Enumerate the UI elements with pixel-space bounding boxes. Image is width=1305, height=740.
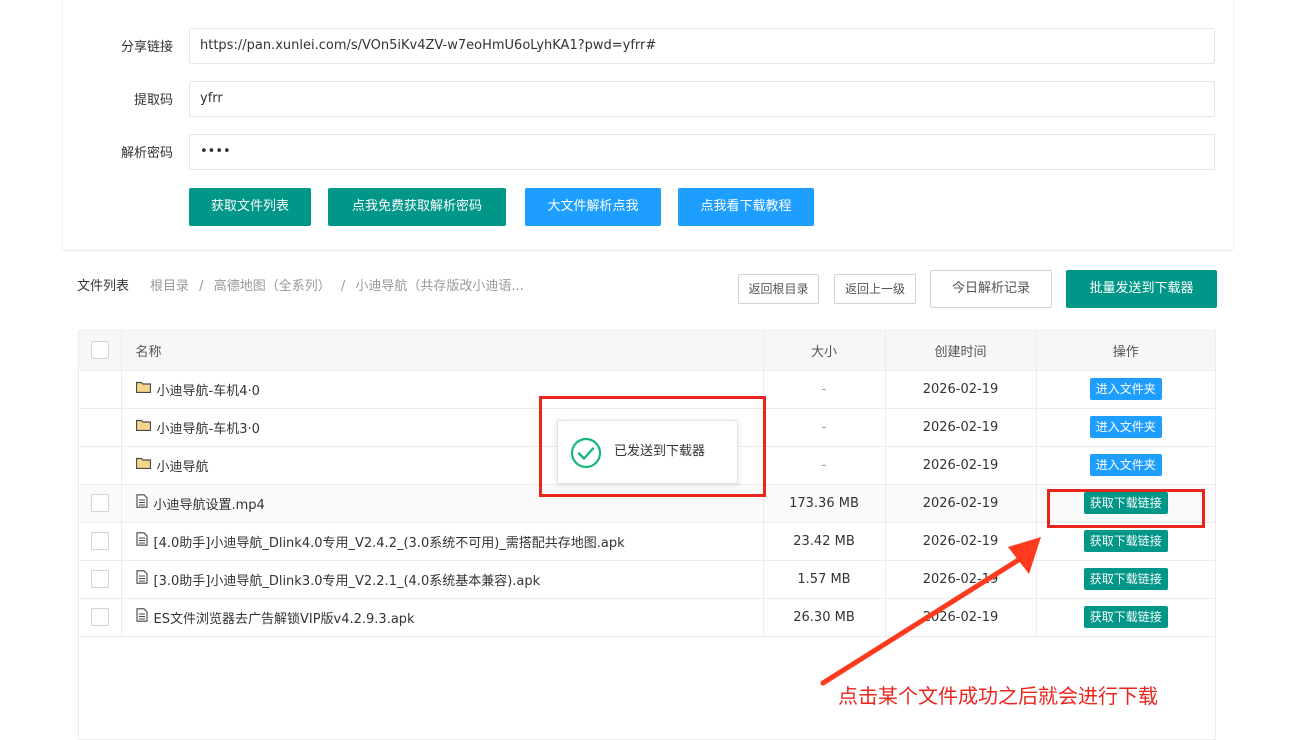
enter-folder-button[interactable]: 进入文件夹 <box>1089 454 1162 476</box>
folder-icon <box>135 419 151 435</box>
extract-code-input[interactable]: yfrr <box>189 81 1215 117</box>
table-header-row: 名称 大小 创建时间 操作 <box>79 331 1215 371</box>
enter-folder-button[interactable]: 进入文件夹 <box>1089 416 1162 438</box>
file-size: - <box>763 408 886 447</box>
file-date: 2026-02-19 <box>885 446 1037 485</box>
file-size: 1.57 MB <box>763 560 886 599</box>
breadcrumb-level1[interactable]: 高德地图（全系列） <box>214 279 331 294</box>
get-download-link-button[interactable]: 获取下载链接 <box>1083 606 1168 628</box>
row-checkbox[interactable] <box>90 532 109 550</box>
folder-icon <box>135 457 151 473</box>
file-date: 2026-02-19 <box>885 560 1037 599</box>
share-link-input[interactable]: https://pan.xunlei.com/s/VOn5iKv4ZV-w7eo… <box>189 28 1215 64</box>
document-icon <box>135 570 148 588</box>
extract-code-label: 提取码 <box>133 93 173 108</box>
back-to-root-button[interactable]: 返回根目录 <box>738 274 819 304</box>
batch-send-button[interactable]: 批量发送到下载器 <box>1066 270 1217 308</box>
file-date: 2026-02-19 <box>885 484 1037 523</box>
enter-folder-button[interactable]: 进入文件夹 <box>1089 378 1162 400</box>
parse-password-label: 解析密码 <box>120 146 173 161</box>
get-free-password-button[interactable]: 点我免费获取解析密码 <box>328 188 506 226</box>
file-size: - <box>763 446 886 485</box>
share-link-label: 分享链接 <box>120 40 173 55</box>
extract-code-row: 提取码 yfrr <box>63 81 1233 121</box>
created-column-header: 创建时间 <box>885 331 1037 371</box>
toast-highlight-box <box>539 396 766 497</box>
parse-password-input[interactable]: •••• <box>189 134 1215 170</box>
share-link-row: 分享链接 https://pan.xunlei.com/s/VOn5iKv4ZV… <box>63 28 1233 68</box>
download-link-highlight-box <box>1047 489 1205 528</box>
table-row: ES文件浏览器去广告解锁VIP版v4.2.9.3.apk 26.30 MB 20… <box>79 598 1215 637</box>
file-size: 26.30 MB <box>763 598 886 637</box>
parse-password-row: 解析密码 •••• <box>63 134 1233 174</box>
row-checkbox[interactable] <box>90 570 109 588</box>
file-name[interactable]: 小迪导航 <box>157 460 209 475</box>
file-name[interactable]: 小迪导航-车机3·0 <box>157 422 260 437</box>
name-column-header: 名称 <box>121 331 764 371</box>
file-name[interactable]: 小迪导航-车机4·0 <box>157 384 260 399</box>
file-size: - <box>763 370 886 409</box>
table-row: [3.0助手]小迪导航_Dlink3.0专用_V2.2.1_(4.0系统基本兼容… <box>79 560 1215 599</box>
breadcrumb-root[interactable]: 根目录 <box>150 279 189 294</box>
download-tutorial-button[interactable]: 点我看下载教程 <box>678 188 814 226</box>
share-form-card: 分享链接 https://pan.xunlei.com/s/VOn5iKv4ZV… <box>62 0 1234 251</box>
get-download-link-button[interactable]: 获取下载链接 <box>1083 530 1168 552</box>
breadcrumb-path: 根目录 / 高德地图（全系列） / 小迪导航（共存版改小迪语... <box>150 270 530 304</box>
file-name[interactable]: [3.0助手]小迪导航_Dlink3.0专用_V2.2.1_(4.0系统基本兼容… <box>154 574 541 589</box>
table-row: [4.0助手]小迪导航_Dlink4.0专用_V2.4.2_(3.0系统不可用)… <box>79 522 1215 561</box>
large-file-parse-button[interactable]: 大文件解析点我 <box>525 188 661 226</box>
file-date: 2026-02-19 <box>885 370 1037 409</box>
action-column-header: 操作 <box>1036 331 1215 371</box>
annotation-text: 点击某个文件成功之后就会进行下载 <box>838 684 1158 708</box>
get-file-list-button[interactable]: 获取文件列表 <box>189 188 311 226</box>
size-column-header: 大小 <box>763 331 886 371</box>
row-checkbox[interactable] <box>90 494 109 512</box>
today-records-button[interactable]: 今日解析记录 <box>930 270 1052 308</box>
breadcrumb-separator: / <box>199 279 204 294</box>
document-icon <box>135 494 148 512</box>
file-name[interactable]: ES文件浏览器去广告解锁VIP版v4.2.9.3.apk <box>154 612 415 627</box>
file-size: 23.42 MB <box>763 522 886 561</box>
file-table: 名称 大小 创建时间 操作 小迪导航-车机4·0 - 2026-02-19 进入… <box>78 330 1216 740</box>
select-all-checkbox[interactable] <box>90 341 109 360</box>
back-up-level-button[interactable]: 返回上一级 <box>834 274 916 304</box>
file-list-title: 文件列表 <box>77 279 130 294</box>
file-date: 2026-02-19 <box>885 522 1037 561</box>
file-name[interactable]: 小迪导航设置.mp4 <box>154 498 265 513</box>
row-checkbox[interactable] <box>90 608 109 626</box>
folder-icon <box>135 381 151 397</box>
file-size: 173.36 MB <box>763 484 886 523</box>
document-icon <box>135 532 148 550</box>
document-icon <box>135 608 148 626</box>
file-date: 2026-02-19 <box>885 408 1037 447</box>
file-date: 2026-02-19 <box>885 598 1037 637</box>
get-download-link-button[interactable]: 获取下载链接 <box>1083 568 1168 590</box>
breadcrumb-separator: / <box>340 279 346 294</box>
file-name[interactable]: [4.0助手]小迪导航_Dlink4.0专用_V2.4.2_(3.0系统不可用)… <box>154 536 625 551</box>
breadcrumb-level2[interactable]: 小迪导航（共存版改小迪语... <box>355 279 523 294</box>
